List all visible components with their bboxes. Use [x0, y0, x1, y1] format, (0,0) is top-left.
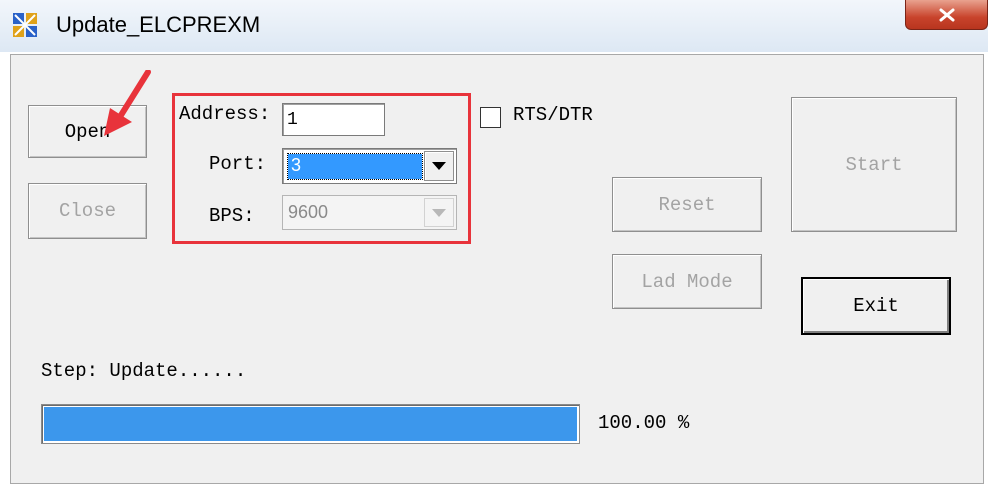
rts-dtr-label: RTS/DTR — [513, 104, 593, 126]
progress-percent-text: 100.00 % — [598, 412, 690, 434]
close-x-icon — [939, 8, 954, 21]
annotation-highlight-box — [172, 93, 471, 244]
close-button-label: Close — [58, 200, 116, 222]
app-grid-icon — [13, 13, 37, 37]
start-button[interactable]: Start — [791, 97, 957, 232]
step-status-text: Step: Update...... — [41, 360, 247, 382]
window-close-button[interactable] — [905, 0, 988, 30]
annotation-arrow — [104, 70, 151, 136]
reset-button-label: Reset — [658, 193, 716, 216]
close-button[interactable]: Close — [28, 183, 147, 239]
reset-button[interactable]: Reset — [612, 177, 762, 232]
exit-button[interactable]: Exit — [801, 277, 951, 335]
update-window: Update_ELCPREXM Open Close Address: 1 Po… — [0, 0, 988, 488]
exit-button-label: Exit — [853, 295, 899, 317]
title-bar[interactable]: Update_ELCPREXM — [0, 0, 988, 52]
progress-bar-fill — [44, 407, 577, 441]
lad-mode-button-label: Lad Mode — [641, 270, 733, 293]
start-button-label: Start — [845, 153, 903, 176]
lad-mode-button[interactable]: Lad Mode — [612, 254, 762, 309]
window-title: Update_ELCPREXM — [56, 12, 261, 37]
progress-bar — [41, 404, 580, 444]
rts-dtr-checkbox[interactable] — [480, 107, 501, 128]
